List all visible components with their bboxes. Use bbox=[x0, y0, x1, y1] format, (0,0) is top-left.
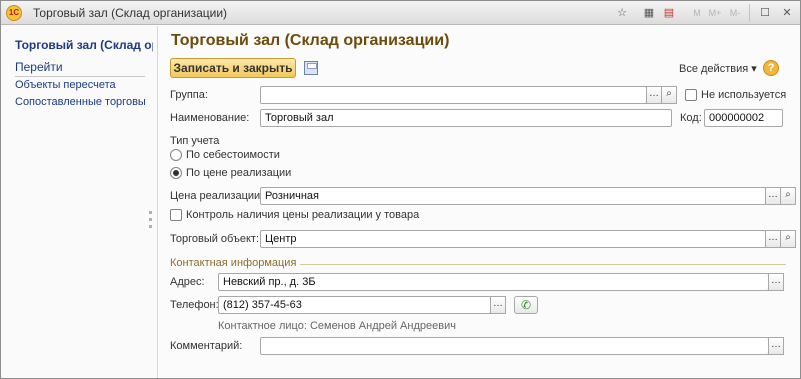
address-field[interactable]: Невский пр., д. 3Б bbox=[218, 273, 769, 291]
memory-m-icon[interactable]: M bbox=[689, 5, 705, 21]
code-label: Код: bbox=[680, 112, 702, 124]
toolbar-separator bbox=[749, 4, 750, 22]
contact-section-divider bbox=[300, 264, 786, 265]
save-icon[interactable] bbox=[304, 61, 318, 75]
phone-select-button[interactable]: … bbox=[490, 296, 506, 314]
memory-plus-icon[interactable]: M+ bbox=[707, 5, 723, 21]
trade-object-search-icon[interactable]: ⌕ bbox=[780, 230, 796, 248]
navigation-panel: Торговый зал (Склад организации) Перейти… bbox=[1, 26, 158, 378]
not-used-checkbox[interactable] bbox=[685, 89, 697, 101]
contact-person-text: Контактное лицо: Семенов Андрей Андрееви… bbox=[218, 320, 456, 332]
name-label: Наименование: bbox=[170, 112, 250, 124]
panel-splitter-handle[interactable] bbox=[149, 211, 153, 232]
window-title: Торговый зал (Склад организации) bbox=[33, 6, 228, 20]
trade-object-field[interactable]: Центр bbox=[260, 230, 766, 248]
radio-by-cost[interactable] bbox=[170, 149, 182, 161]
sale-price-select-button[interactable]: … bbox=[765, 187, 781, 205]
phone-field[interactable]: (812) 357-45-63 bbox=[218, 296, 491, 314]
memory-minus-icon[interactable]: M- bbox=[727, 5, 743, 21]
group-field[interactable] bbox=[260, 86, 647, 104]
title-bar: 1С Торговый зал (Склад организации) ☆ ▦ … bbox=[1, 1, 800, 25]
nav-link-recount-objects[interactable]: Объекты пересчета bbox=[15, 79, 145, 91]
nav-title[interactable]: Торговый зал (Склад организации) bbox=[15, 38, 153, 52]
trade-object-select-button[interactable]: … bbox=[765, 230, 781, 248]
favorites-icon[interactable]: ☆ bbox=[614, 5, 630, 21]
control-price-checkbox[interactable] bbox=[170, 209, 182, 221]
radio-by-sale-price-label: По цене реализации bbox=[186, 167, 292, 179]
group-select-button[interactable]: … bbox=[646, 86, 662, 104]
not-used-label: Не используется bbox=[701, 89, 787, 101]
address-select-button[interactable]: … bbox=[768, 273, 784, 291]
app-logo-icon: 1С bbox=[6, 5, 22, 21]
sale-price-search-icon[interactable]: ⌕ bbox=[780, 187, 796, 205]
group-search-icon[interactable]: ⌕ bbox=[661, 86, 677, 104]
form-area: Торговый зал (Склад организации) Записат… bbox=[159, 26, 800, 378]
save-and-close-button[interactable]: Записать и закрыть bbox=[170, 58, 296, 78]
radio-by-cost-label: По себестоимости bbox=[186, 149, 280, 161]
sale-price-label: Цена реализации: bbox=[170, 190, 264, 202]
comment-select-button[interactable]: … bbox=[768, 337, 784, 355]
address-label: Адрес: bbox=[170, 276, 205, 288]
nav-link-matched-trade-objects[interactable]: Сопоставленные торговые объекты bbox=[15, 96, 145, 108]
comment-label: Комментарий: bbox=[170, 340, 243, 352]
trade-object-label: Торговый объект: bbox=[170, 233, 260, 245]
accounting-type-label: Тип учета bbox=[170, 135, 220, 147]
maximize-icon[interactable]: ☐ bbox=[757, 5, 773, 21]
window: 1С Торговый зал (Склад организации) ☆ ▦ … bbox=[0, 0, 801, 379]
nav-header-goto: Перейти bbox=[15, 60, 145, 77]
contact-section-label: Контактная информация bbox=[170, 257, 297, 269]
phone-label: Телефон: bbox=[170, 299, 219, 311]
control-price-label: Контроль наличия цены реализации у товар… bbox=[186, 209, 420, 221]
radio-by-sale-price[interactable] bbox=[170, 167, 182, 179]
group-label: Группа: bbox=[170, 89, 208, 101]
code-field[interactable]: 000000002 bbox=[704, 109, 783, 127]
phone-call-icon[interactable]: ✆ bbox=[514, 296, 538, 314]
close-icon[interactable]: ✕ bbox=[779, 5, 795, 21]
calculator-icon[interactable]: ▦ bbox=[641, 5, 657, 21]
all-actions-menu[interactable]: Все действия ▾ bbox=[679, 62, 757, 75]
sale-price-field[interactable]: Розничная bbox=[260, 187, 766, 205]
form-title: Торговый зал (Склад организации) bbox=[171, 32, 450, 49]
calendar-icon[interactable]: ▤ bbox=[661, 5, 677, 21]
comment-field[interactable] bbox=[260, 337, 769, 355]
name-field[interactable]: Торговый зал bbox=[260, 109, 672, 127]
help-icon[interactable]: ? bbox=[763, 60, 779, 76]
